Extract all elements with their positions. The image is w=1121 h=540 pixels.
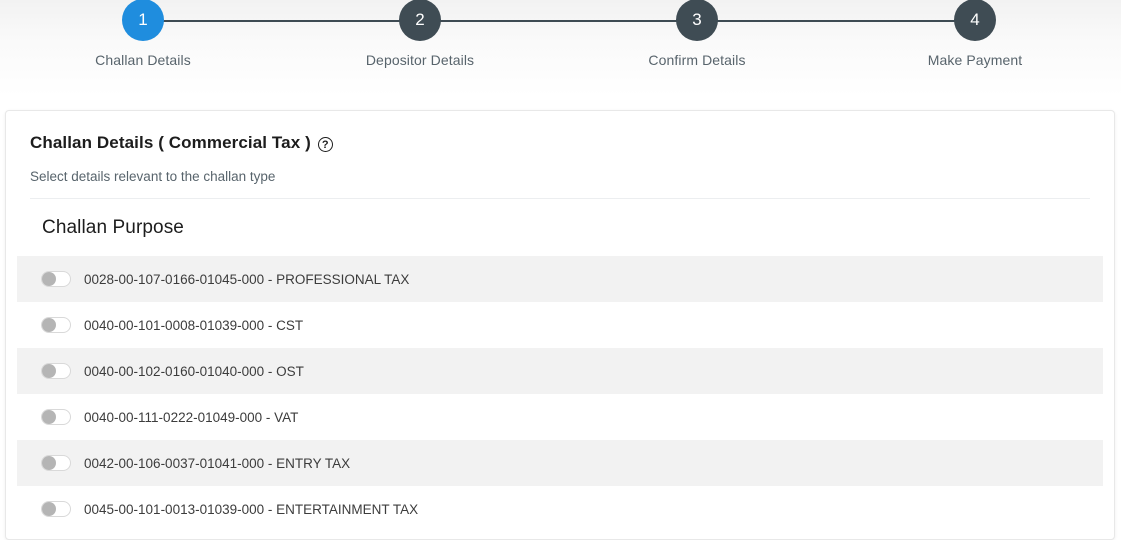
toggle-switch-ost[interactable] [41,363,71,379]
toggle-knob [42,318,56,332]
card-subtitle: Select details relevant to the challan t… [30,169,276,184]
toggle-knob [42,272,56,286]
toggle-knob [42,410,56,424]
list-item[interactable]: 0040-00-111-0222-01049-000 - VAT [17,394,1103,440]
stepper-step-depositor-details[interactable]: 2 Depositor Details [310,0,530,68]
stepper-step-confirm-details[interactable]: 3 Confirm Details [587,0,807,68]
toggle-switch-professional-tax[interactable] [41,271,71,287]
stepper-step-label-3: Confirm Details [648,52,746,68]
toggle-knob [42,456,56,470]
page-title: Challan Details ( Commercial Tax ) ? [30,133,1090,153]
challan-purpose-list: 0028-00-107-0166-01045-000 - PROFESSIONA… [6,256,1114,532]
header-divider [30,198,1090,199]
list-item-label: 0040-00-102-0160-01040-000 - OST [84,363,304,379]
list-item[interactable]: 0040-00-102-0160-01040-000 - OST [17,348,1103,394]
list-item-label: 0045-00-101-0013-01039-000 - ENTERTAINME… [84,501,419,517]
toggle-knob [42,502,56,516]
list-item[interactable]: 0028-00-107-0166-01045-000 - PROFESSIONA… [17,256,1103,302]
list-item[interactable]: 0045-00-101-0013-01039-000 - ENTERTAINME… [17,486,1103,532]
stepper-step-number-1: 1 [122,0,164,41]
card-header: Challan Details ( Commercial Tax ) ? Sel… [6,111,1114,184]
list-item-label: 0040-00-111-0222-01049-000 - VAT [84,409,299,425]
stepper-step-label-2: Depositor Details [365,52,475,68]
challan-details-card: Challan Details ( Commercial Tax ) ? Sel… [5,110,1115,540]
list-item-label: 0028-00-107-0166-01045-000 - PROFESSIONA… [84,271,410,287]
toggle-switch-entry-tax[interactable] [41,455,71,471]
stepper-step-make-payment[interactable]: 4 Make Payment [865,0,1085,68]
list-item[interactable]: 0042-00-106-0037-01041-000 - ENTRY TAX [17,440,1103,486]
stepper-connector-line [143,20,975,22]
list-item[interactable]: 0040-00-101-0008-01039-000 - CST [17,302,1103,348]
section-title-challan-purpose: Challan Purpose [42,217,184,238]
stepper-step-number-3: 3 [676,0,718,41]
toggle-knob [42,364,56,378]
toggle-switch-cst[interactable] [41,317,71,333]
list-item-label: 0042-00-106-0037-01041-000 - ENTRY TAX [84,455,351,471]
list-item-label: 0040-00-101-0008-01039-000 - CST [84,317,304,333]
help-circle-icon[interactable]: ? [317,136,333,152]
stepper-step-number-4: 4 [954,0,996,41]
toggle-switch-vat[interactable] [41,409,71,425]
stepper-step-number-2: 2 [399,0,441,41]
toggle-switch-entertainment-tax[interactable] [41,501,71,517]
stepper-step-label-1: Challan Details [95,52,191,68]
stepper-step-label-4: Make Payment [927,52,1023,68]
page-title-text: Challan Details ( Commercial Tax ) [30,133,311,152]
stepper-step-challan-details[interactable]: 1 Challan Details [33,0,253,68]
progress-stepper: 1 Challan Details 2 Depositor Details 3 … [0,0,1121,96]
